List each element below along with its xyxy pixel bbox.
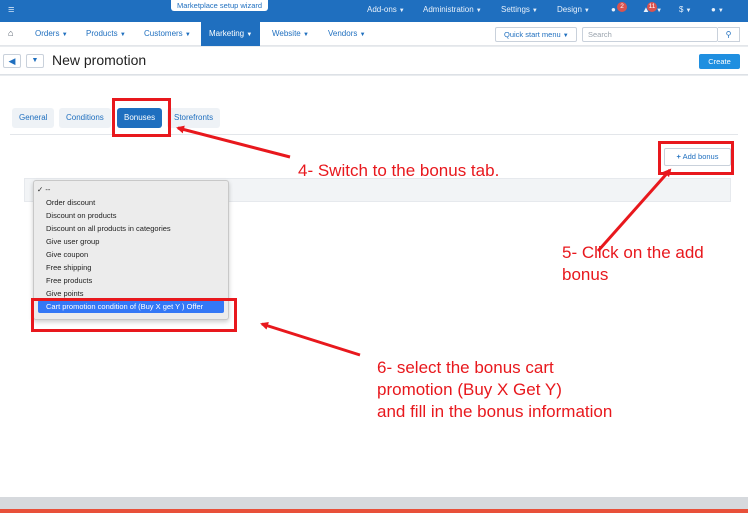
messages-button[interactable]: ▲ 11 ▼: [642, 2, 663, 14]
create-button[interactable]: Create: [699, 54, 740, 69]
messages-badge: 11: [647, 2, 657, 12]
dropdown-option[interactable]: Free shipping: [34, 261, 228, 274]
chevron-down-icon: ▼: [717, 8, 724, 14]
search-input[interactable]: [582, 27, 718, 42]
annotation-step6-line1: 6- select the bonus cart: [377, 358, 554, 377]
design-menu[interactable]: Design ▼: [557, 5, 590, 14]
bell-icon: ●: [611, 5, 616, 14]
nav-products[interactable]: Products ▼: [86, 22, 126, 46]
arrow-left-icon: ◀: [8, 56, 16, 66]
tab-general[interactable]: General: [12, 108, 55, 128]
back-button[interactable]: ◀: [3, 54, 21, 68]
notification-badge: 2: [617, 2, 627, 12]
annotation-step5-line2: bonus: [562, 265, 609, 284]
chevron-down-icon: ▼: [583, 8, 590, 14]
title-dropdown-button[interactable]: ▼: [26, 54, 44, 68]
annotation-step4: 4- Switch to the bonus tab.: [298, 161, 500, 180]
dropdown-option[interactable]: Give coupon: [34, 248, 228, 261]
quick-start-menu[interactable]: Quick start menu ▼: [495, 27, 577, 42]
chevron-down-icon: ▼: [184, 32, 191, 38]
nav-marketing[interactable]: Marketing ▼: [201, 22, 261, 46]
main-nav: ⌂ Orders ▼ Products ▼ Customers ▼ Market…: [0, 22, 748, 46]
tab-storefronts[interactable]: Storefronts: [167, 108, 221, 128]
chevron-down-icon: ▼: [359, 32, 366, 38]
annotation-step6-line2: promotion (Buy X Get Y): [377, 380, 562, 399]
chevron-down-icon: ▼: [656, 8, 663, 14]
addons-menu[interactable]: Add-ons ▼: [367, 5, 405, 14]
search-button[interactable]: ⚲: [718, 27, 740, 42]
chevron-down-icon: ▼: [119, 32, 126, 38]
settings-menu[interactable]: Settings ▼: [501, 5, 538, 14]
annotation-step5-line1: 5- Click on the add: [562, 243, 704, 262]
search-icon: ⚲: [725, 30, 732, 39]
user-menu[interactable]: ● ▼: [711, 5, 724, 14]
administration-menu[interactable]: Administration ▼: [423, 5, 482, 14]
menu-icon[interactable]: ≡: [8, 4, 14, 16]
dropdown-option[interactable]: Free products: [34, 274, 228, 287]
chevron-down-icon: ▼: [562, 33, 569, 39]
chevron-down-icon: ▼: [475, 8, 482, 14]
chevron-down-icon: ▼: [398, 8, 405, 14]
top-bar: ≡ Marketplace setup wizard Add-ons ▼ Admi…: [0, 0, 748, 22]
setup-wizard-button[interactable]: Marketplace setup wizard: [171, 0, 269, 11]
dropdown-option-highlight: [31, 298, 237, 332]
notifications-button[interactable]: ● 2: [611, 2, 627, 14]
dropdown-option[interactable]: ✓ --: [34, 183, 228, 196]
chevron-down-icon: ▼: [246, 32, 253, 38]
chevron-down-icon: ▼: [531, 8, 538, 14]
currency-menu[interactable]: $ ▼: [679, 5, 691, 14]
nav-customers[interactable]: Customers ▼: [144, 22, 191, 46]
tab-conditions[interactable]: Conditions: [59, 108, 111, 128]
chevron-down-icon: ▼: [31, 57, 39, 64]
bonuses-tab-highlight: [112, 98, 171, 137]
dropdown-option[interactable]: Discount on products: [34, 209, 228, 222]
user-icon: ●: [711, 5, 716, 14]
dropdown-option[interactable]: Order discount: [34, 196, 228, 209]
page-title: New promotion: [52, 52, 147, 68]
bottom-accent-line: [0, 509, 748, 513]
dropdown-option[interactable]: Discount on all products in categories: [34, 222, 228, 235]
annotation-step6-line3: and fill in the bonus information: [377, 402, 613, 421]
nav-vendors[interactable]: Vendors ▼: [328, 22, 366, 46]
title-bar: ◀ ▼ New promotion Create: [0, 47, 748, 75]
dropdown-option[interactable]: Give user group: [34, 235, 228, 248]
chevron-down-icon: ▼: [61, 32, 68, 38]
add-bonus-highlight: [658, 141, 734, 175]
home-icon[interactable]: ⌂: [8, 28, 13, 38]
main-content: General Conditions Bonuses Storefronts +…: [0, 76, 748, 497]
nav-website[interactable]: Website ▼: [272, 22, 309, 46]
chevron-down-icon: ▼: [685, 8, 692, 14]
chevron-down-icon: ▼: [303, 32, 309, 38]
nav-orders[interactable]: Orders ▼: [35, 22, 68, 46]
